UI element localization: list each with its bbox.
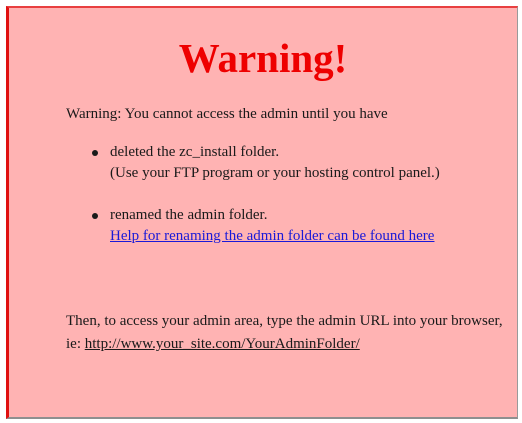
step-text: renamed the admin folder. xyxy=(110,207,268,223)
admin-url-link[interactable]: http://www.your_site.com/YourAdminFolder… xyxy=(85,336,360,352)
warning-box: Warning! Warning: You cannot access the … xyxy=(6,6,518,419)
list-item-rename-admin: renamed the admin folder. Help for renam… xyxy=(66,205,440,247)
bullet-icon xyxy=(92,150,98,156)
list-item-delete-install: deleted the zc_install folder. (Use your… xyxy=(66,142,440,184)
step-text: deleted the zc_install folder. xyxy=(110,144,280,160)
warning-title: Warning! xyxy=(178,35,348,81)
warning-intro: Warning: You cannot access the admin unt… xyxy=(66,106,388,122)
step-note: (Use your FTP program or your hosting co… xyxy=(110,165,440,181)
access-instructions: Then, to access your admin area, type th… xyxy=(66,310,506,356)
step-list: deleted the zc_install folder. (Use your… xyxy=(66,142,440,268)
rename-help-link[interactable]: Help for renaming the admin folder can b… xyxy=(110,228,434,244)
bullet-icon xyxy=(92,213,98,219)
